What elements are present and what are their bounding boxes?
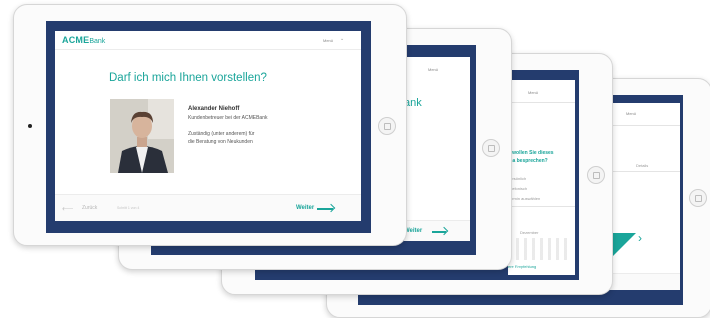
tablet-3-next-button[interactable]: Weiter [511,268,529,274]
tablet-2-home-button[interactable] [482,139,500,157]
tablet-2-content: Menü ank Weiter [404,57,470,241]
tablet-3-calendar-month: Dezember [520,230,539,235]
wizard-footer: ⟵ Zurück Schritt 1 von 4 Weiter [55,194,361,221]
tablet-1: ACMEBank Menü ⌄ Darf ich mich Ihnen vors… [13,4,407,246]
arrow-right-icon[interactable] [432,231,446,233]
acme-bank-logo[interactable]: ACMEBank [62,35,105,45]
arrow-right-icon[interactable] [317,208,333,210]
advisor-name: Alexander Niehoff [188,106,240,112]
tablet-3-calendar-grid[interactable] [508,238,568,260]
app-header: ACMEBank Menü ⌄ [55,31,361,50]
tablet-1-home-button[interactable] [378,117,396,135]
tablet-2-menu[interactable]: Menü [428,67,438,72]
chevron-down-icon[interactable]: ⌄ [340,36,344,42]
back-button[interactable]: Zurück [82,205,97,211]
tablet-3-option-3[interactable]: Termin auswählen [508,196,540,201]
advisor-responsibility-1: Zuständig (unter anderem) für [188,131,255,137]
advisor-photo [110,99,174,173]
tablet-3-home-button[interactable] [587,166,605,184]
tablet-4-home-button[interactable] [689,189,707,207]
menu-button[interactable]: Menü [323,38,333,43]
tablet-3-prompt-2: ma besprechen? [508,158,548,164]
advisor-responsibility-2: die Beratung von Neukunden [188,139,253,145]
back-arrow-icon[interactable]: ⟵ [62,204,73,213]
advisor-role: Kundenbetreuer bei der ACMEBank [188,115,268,121]
tablet-3-menu[interactable]: Menü [528,90,538,95]
next-button[interactable]: Weiter [296,205,314,211]
tablet-3-content: Menü e wollen Sie dieses ma besprechen? … [508,80,575,275]
tablet-4-teal-shape [610,233,636,259]
tablet-1-content: ACMEBank Menü ⌄ Darf ich mich Ihnen vors… [55,31,361,221]
tablet-1-screen: ACMEBank Menü ⌄ Darf ich mich Ihnen vors… [46,21,371,233]
page-title: Darf ich mich Ihnen vorstellen? [109,72,267,84]
chevron-right-icon[interactable]: › [638,231,642,245]
tablet-3-prompt-1: e wollen Sie dieses [508,150,554,156]
camera-dot [28,124,32,128]
tablet-4-menu[interactable]: Menü [626,111,636,116]
tablet-4-field: Details [636,163,649,168]
step-indicator: Schritt 1 von 4 [117,206,140,210]
tablet-4-content: Menü Details › [608,103,680,290]
